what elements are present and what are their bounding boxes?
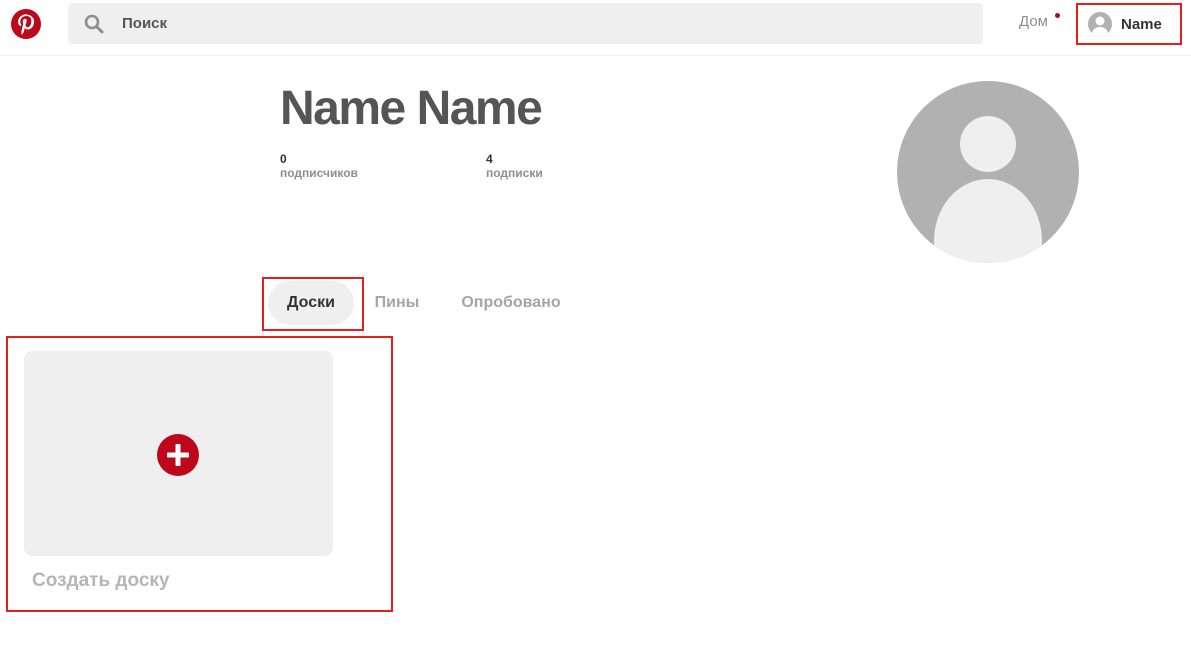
profile-avatar[interactable]: [897, 81, 1079, 263]
following-label: подписки: [486, 166, 543, 180]
pinterest-logo-icon[interactable]: [10, 8, 42, 40]
home-link[interactable]: Дом: [1019, 13, 1048, 30]
following-stat[interactable]: 4 подписки: [486, 152, 543, 180]
top-header: Дом Name: [0, 0, 1191, 56]
tab-pins[interactable]: Пины: [362, 281, 432, 325]
followers-count: 0: [280, 152, 287, 166]
search-icon: [84, 14, 104, 34]
search-bar[interactable]: [68, 3, 983, 44]
profile-avatar-icon: [934, 116, 1042, 263]
user-name-label: Name: [1121, 15, 1162, 33]
create-board-label[interactable]: Создать доску: [32, 570, 169, 592]
tab-tried[interactable]: Опробовано: [446, 281, 576, 325]
followers-stat[interactable]: 0 подписчиков: [280, 152, 358, 180]
followers-label: подписчиков: [280, 166, 358, 180]
tab-boards[interactable]: Доски: [268, 281, 354, 325]
following-count: 4: [486, 152, 493, 166]
user-profile-button[interactable]: Name: [1076, 3, 1182, 45]
profile-name: Name Name: [280, 82, 543, 135]
user-avatar-icon: [1088, 12, 1112, 36]
search-input[interactable]: [110, 3, 970, 44]
notification-dot-icon: [1055, 13, 1060, 18]
plus-icon[interactable]: [157, 434, 199, 476]
